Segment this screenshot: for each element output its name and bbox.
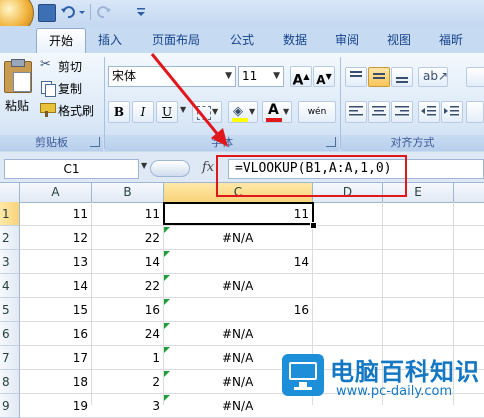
watermark-url: www.pc-daily.com [336, 384, 453, 399]
annotation-arrow [150, 53, 228, 147]
watermark: 电脑百科知识 www.pc-daily.com [278, 350, 484, 405]
monitor-logo-icon [282, 354, 324, 396]
watermark-title: 电脑百科知识 [330, 358, 480, 386]
